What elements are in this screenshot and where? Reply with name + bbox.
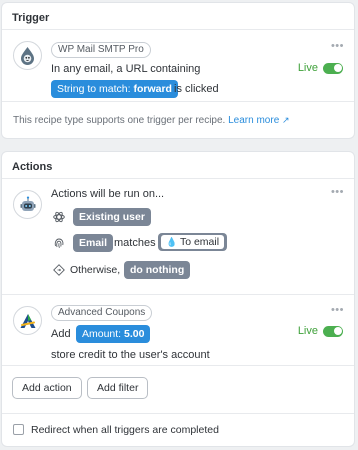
coupon-more-button[interactable]: ••• (331, 304, 344, 316)
decision-diamond-icon (52, 263, 65, 276)
email-token[interactable]: Email (73, 234, 114, 252)
wp-mail-smtp-logo-icon (13, 41, 42, 70)
redirect-label: Redirect when all triggers are completed (31, 424, 219, 436)
trigger-sentence-prefix: In any email, a URL containing (51, 63, 201, 75)
atom-icon (52, 210, 65, 223)
trigger-sentence-suffix: is clicked (174, 83, 219, 95)
run-on-label: Actions will be run on... (51, 188, 165, 200)
smtp-drop-icon: 💧 (166, 237, 178, 247)
matches-label: matches (114, 237, 156, 249)
coupon-toggle-switch[interactable] (323, 325, 343, 337)
add-action-button[interactable]: Add action (12, 377, 82, 399)
learn-more-link[interactable]: Learn more ↗ (228, 115, 289, 126)
trigger-live-label: Live (297, 62, 318, 74)
coupon-prefix: Add (51, 328, 71, 340)
add-buttons-row: Add action Add filter (2, 366, 354, 414)
add-filter-button[interactable]: Add filter (87, 377, 149, 399)
trigger-integration-badge: WP Mail SMTP Pro (51, 42, 151, 58)
run-on-more-button[interactable]: ••• (331, 186, 344, 198)
run-on-row: ••• Actions will be run on... Existing u… (2, 179, 354, 295)
coupon-action-row: Advanced Coupons ••• Add Amount: 5.00 Li… (2, 295, 354, 366)
otherwise-label: Otherwise, (70, 264, 121, 276)
fingerprint-icon (52, 236, 65, 249)
existing-user-token[interactable]: Existing user (73, 208, 151, 226)
trigger-row: WP Mail SMTP Pro ••• In any email, a URL… (2, 30, 354, 102)
redirect-checkbox[interactable] (13, 424, 24, 435)
trigger-heading: Trigger (2, 3, 354, 30)
trigger-more-button[interactable]: ••• (331, 40, 344, 52)
trigger-panel: Trigger WP Mail SMTP Pro ••• In any emai… (1, 2, 355, 139)
amount-token[interactable]: Amount: 5.00 (76, 325, 151, 343)
actions-heading: Actions (2, 152, 354, 179)
coupon-integration-badge: Advanced Coupons (51, 305, 153, 321)
actions-panel: Actions ••• Actions will be run on... Ex… (1, 151, 355, 447)
trigger-string-token[interactable]: String to match: forward (51, 80, 178, 98)
robot-icon (13, 190, 42, 219)
trigger-note: This recipe type supports one trigger pe… (13, 115, 226, 126)
trigger-live-toggle[interactable]: Live (298, 62, 343, 74)
trigger-note-row: This recipe type supports one trigger pe… (2, 102, 354, 138)
to-email-token[interactable]: 💧 To email (158, 233, 228, 251)
coupon-live-toggle[interactable]: Live (298, 325, 343, 337)
coupon-live-label: Live (297, 325, 318, 337)
external-link-icon: ↗ (282, 115, 290, 125)
trigger-toggle-switch[interactable] (323, 62, 343, 74)
advanced-coupons-logo-icon (13, 306, 42, 335)
redirect-row: Redirect when all triggers are completed (2, 414, 354, 445)
do-nothing-token[interactable]: do nothing (124, 261, 191, 279)
coupon-suffix: store credit to the user's account (51, 349, 210, 361)
